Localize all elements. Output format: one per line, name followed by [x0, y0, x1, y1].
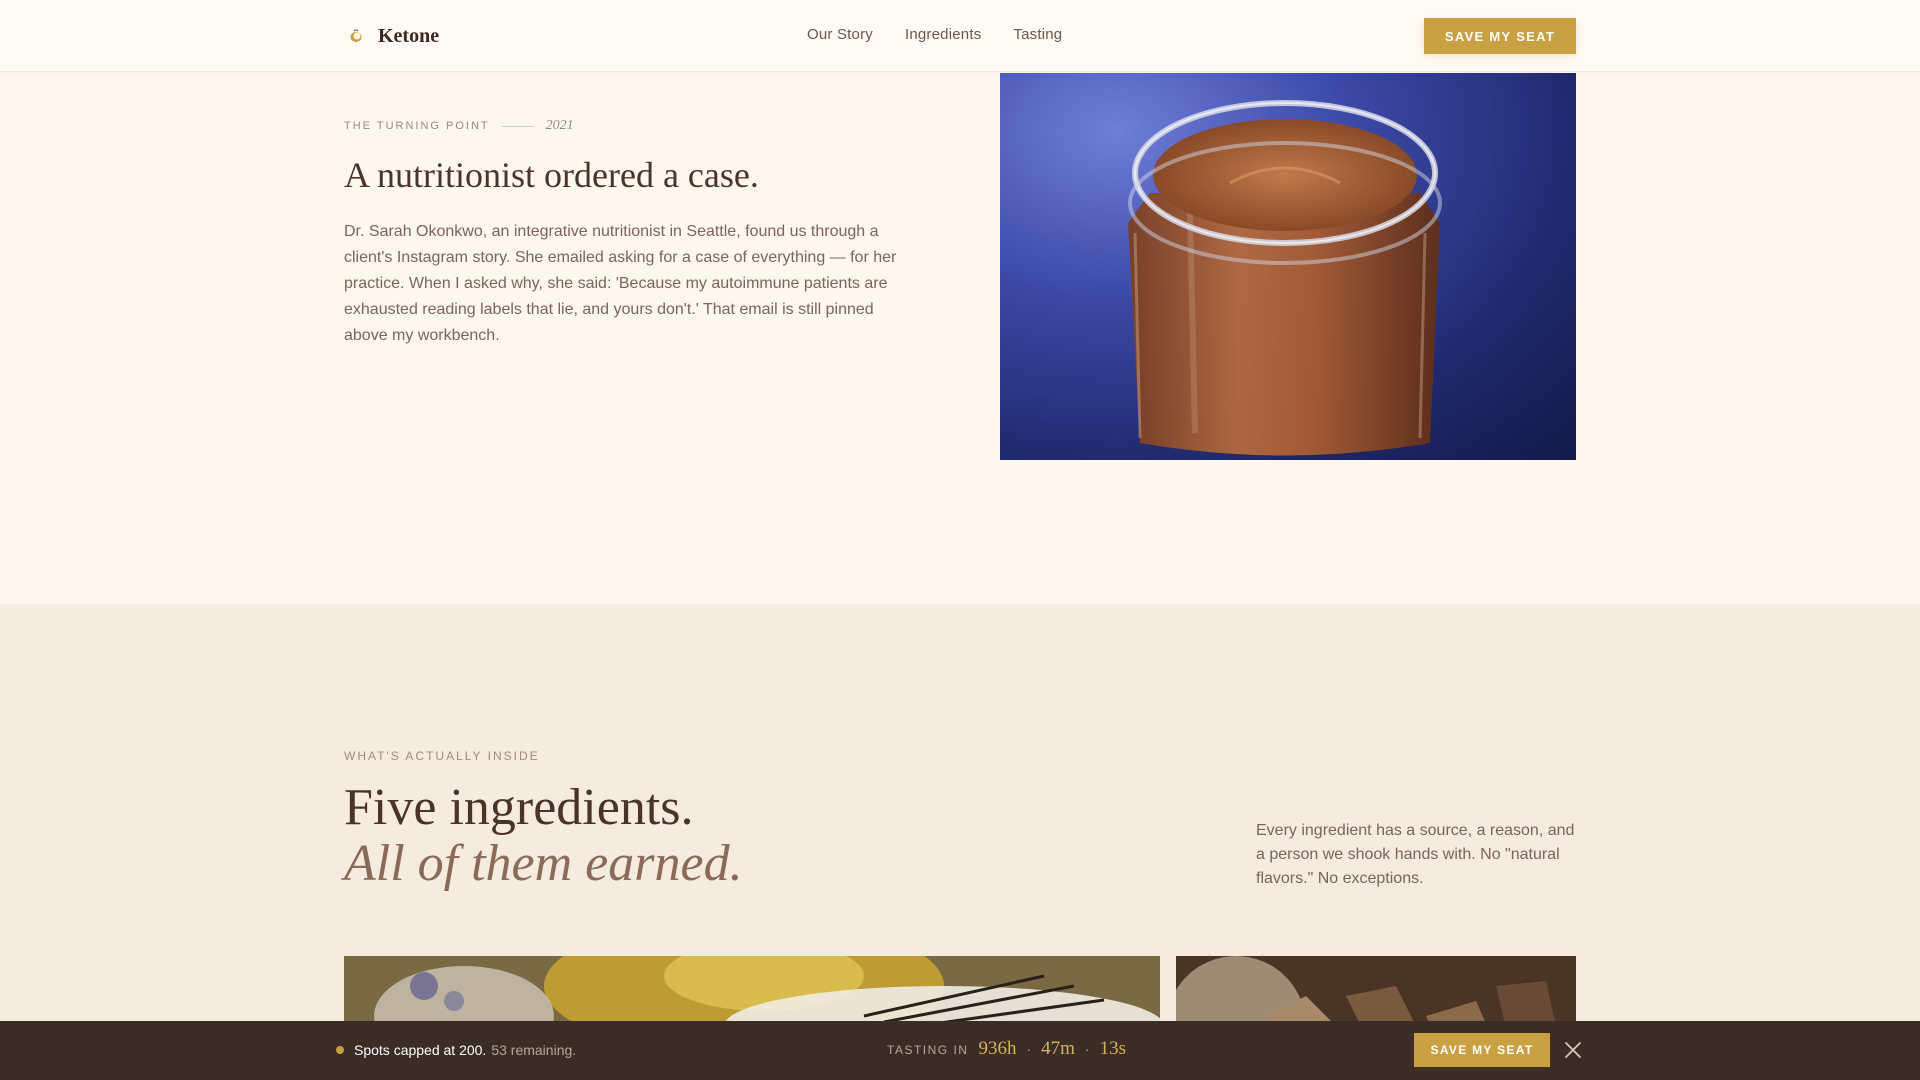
sticky-bottom-bar: Spots capped at 200. 53 remaining. TASTI…	[0, 1021, 1920, 1080]
main-nav: Our Story Ingredients Tasting	[807, 26, 1062, 43]
site-header: Ketone Our Story Ingredients Tasting SAV…	[0, 0, 1920, 72]
eyebrow-divider	[501, 125, 534, 127]
nav-ingredients[interactable]: Ingredients	[905, 26, 981, 43]
story-title: A nutritionist ordered a case.	[344, 155, 759, 195]
save-my-seat-button-header[interactable]: SAVE MY SEAT	[1424, 18, 1576, 54]
story-section	[0, 72, 1920, 604]
spots-remaining-text: 53 remaining.	[491, 1042, 577, 1058]
ingredients-description: Every ingredient has a source, a reason,…	[1256, 822, 1575, 887]
brand-name: Ketone	[378, 24, 440, 47]
story-eyebrow: THE TURNING POINT	[344, 120, 490, 132]
spots-info: Spots capped at 200. 53 remaining.	[336, 1042, 576, 1058]
timer-seconds: 13s	[1099, 1038, 1126, 1059]
story-body: Dr. Sarah Okonkwo, an integrative nutrit…	[344, 223, 897, 344]
ingredients-title-line1: Five ingredients.	[344, 779, 694, 836]
nav-our-story[interactable]: Our Story	[807, 26, 873, 43]
timer-hours: 936h	[978, 1038, 1017, 1059]
ingredients-title-line2: All of them earned.	[344, 835, 743, 892]
close-icon[interactable]	[1564, 1041, 1582, 1059]
nut-logo-icon	[344, 24, 368, 48]
timer-separator: ·	[1084, 1041, 1090, 1057]
timer-separator: ·	[1026, 1041, 1032, 1057]
story-year: 2021	[545, 118, 574, 133]
nav-tasting[interactable]: Tasting	[1013, 26, 1062, 43]
countdown-timer: TASTING IN 936h · 47m · 13s	[887, 1038, 1126, 1060]
status-dot-icon	[336, 1046, 344, 1054]
story-eyebrow-row: THE TURNING POINT 2021	[344, 118, 574, 134]
ingredients-eyebrow: WHAT'S ACTUALLY INSIDE	[344, 749, 540, 763]
spots-capped-text: Spots capped at 200.	[354, 1042, 487, 1058]
brand[interactable]: Ketone	[344, 24, 439, 48]
timer-label: TASTING IN	[887, 1043, 969, 1057]
timer-minutes: 47m	[1041, 1038, 1075, 1059]
jar-photo	[1000, 73, 1576, 460]
save-my-seat-button-bar[interactable]: SAVE MY SEAT	[1414, 1033, 1550, 1067]
